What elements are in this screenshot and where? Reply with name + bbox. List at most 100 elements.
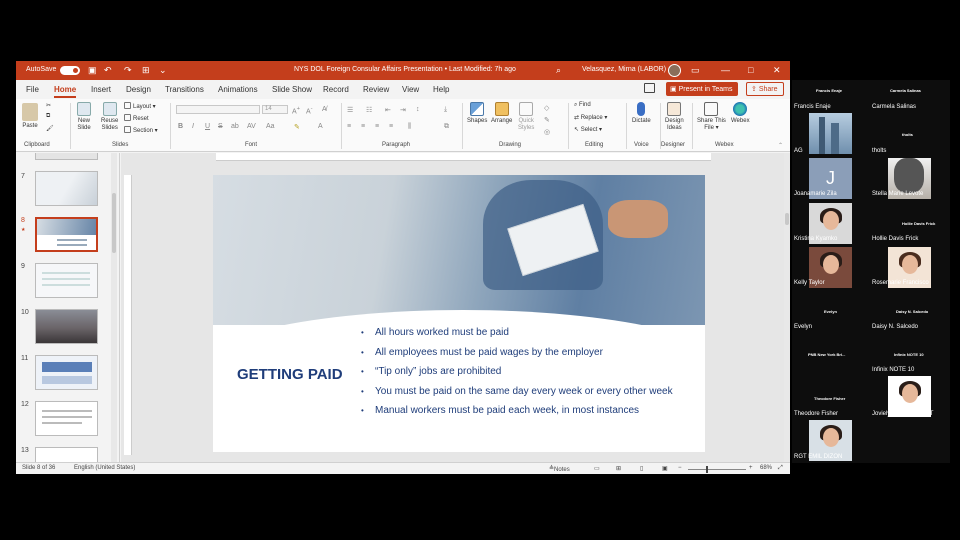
slide[interactable]: GETTING PAID • All hours worked must be p…: [213, 175, 705, 452]
zoom-out-icon[interactable]: −: [678, 465, 682, 471]
redo-icon[interactable]: ↷: [124, 65, 132, 76]
quick-styles-button[interactable]: Quick Styles: [518, 102, 534, 132]
tab-design[interactable]: Design: [126, 85, 151, 94]
present-icon[interactable]: ⊞: [142, 65, 150, 76]
search-icon[interactable]: ⌕: [556, 65, 561, 76]
decrease-font-icon[interactable]: A-: [306, 106, 313, 115]
cut-icon[interactable]: ✂: [46, 102, 51, 109]
increase-font-icon[interactable]: A+: [292, 106, 300, 115]
slide-thumbnail-selected[interactable]: [35, 217, 98, 252]
underline-button[interactable]: U: [205, 123, 210, 130]
tab-animations[interactable]: Animations: [218, 85, 258, 94]
slide-thumbnail[interactable]: [35, 263, 98, 298]
increase-indent-icon[interactable]: ⇥: [400, 106, 406, 114]
participant-video[interactable]: [809, 113, 852, 154]
scrollbar-thumb[interactable]: [785, 213, 789, 225]
bullets-icon[interactable]: ☰: [347, 106, 353, 114]
slide-thumbnail[interactable]: [35, 171, 98, 206]
new-slide-button[interactable]: New Slide: [77, 102, 91, 132]
notes-button[interactable]: ≜ Notes: [549, 465, 570, 473]
reset-button[interactable]: Reset: [124, 114, 149, 122]
bold-button[interactable]: B: [178, 123, 183, 130]
font-color-icon[interactable]: A: [318, 123, 323, 130]
arrange-button[interactable]: Arrange: [491, 102, 512, 125]
format-painter-icon[interactable]: 🖌: [46, 125, 54, 132]
share-button[interactable]: ⇪ Share: [746, 82, 784, 96]
slide-thumbnail[interactable]: [35, 401, 98, 436]
font-size-field[interactable]: 14: [262, 105, 288, 114]
undo-icon[interactable]: ↶: [104, 65, 112, 76]
tab-transitions[interactable]: Transitions: [165, 85, 204, 94]
webex-button[interactable]: Webex: [731, 102, 750, 125]
zoom-in-icon[interactable]: +: [749, 465, 753, 471]
normal-view-icon[interactable]: ▭: [594, 465, 600, 472]
decrease-indent-icon[interactable]: ⇤: [385, 106, 391, 114]
layout-button[interactable]: Layout ▾: [124, 102, 156, 110]
thumbnail-scrollbar[interactable]: [111, 153, 117, 462]
shape-outline-icon[interactable]: ✎: [544, 116, 550, 124]
zoom-slider-thumb[interactable]: [706, 466, 708, 473]
shapes-button[interactable]: Shapes: [467, 102, 487, 125]
numbering-icon[interactable]: ☷: [366, 106, 372, 114]
shape-effects-icon[interactable]: ◎: [544, 128, 550, 136]
find-button[interactable]: ⌕ Find: [574, 102, 591, 109]
copy-icon[interactable]: ⧉: [46, 113, 50, 120]
slide-thumbnail[interactable]: [35, 153, 98, 160]
share-this-file-button[interactable]: Share This File ▾: [697, 102, 726, 132]
comments-icon[interactable]: [644, 83, 655, 93]
reading-view-icon[interactable]: ▯: [640, 465, 643, 472]
align-left-icon[interactable]: ≡: [347, 123, 351, 130]
tab-file[interactable]: File: [26, 85, 39, 94]
scrollbar-thumb[interactable]: [112, 193, 116, 253]
tab-home[interactable]: Home: [54, 85, 77, 98]
replace-button[interactable]: ⇄ Replace ▾: [574, 114, 607, 121]
columns-icon[interactable]: ⫼: [408, 123, 411, 131]
justify-icon[interactable]: ≡: [389, 123, 393, 130]
save-icon[interactable]: ▣: [88, 65, 97, 76]
slide-sorter-icon[interactable]: ⊞: [616, 465, 621, 472]
slide-thumbnail[interactable]: [35, 309, 98, 344]
character-spacing-button[interactable]: AV: [247, 123, 256, 130]
fit-slide-icon[interactable]: ⤢: [778, 465, 783, 472]
align-right-icon[interactable]: ≡: [375, 123, 379, 130]
highlight-icon[interactable]: ✎: [294, 123, 300, 131]
paste-button[interactable]: Paste: [22, 103, 38, 130]
user-avatar[interactable]: [668, 64, 681, 77]
text-direction-icon[interactable]: ⤓: [444, 106, 447, 114]
minimize-button[interactable]: —: [721, 65, 730, 75]
tab-slide-show[interactable]: Slide Show: [272, 85, 312, 94]
dictate-button[interactable]: Dictate: [632, 102, 651, 125]
zoom-slider[interactable]: [688, 466, 746, 473]
ribbon-display-icon[interactable]: ▭: [691, 65, 700, 76]
align-center-icon[interactable]: ≡: [361, 123, 365, 130]
section-button[interactable]: Section ▾: [124, 126, 158, 134]
shape-fill-icon[interactable]: ◇: [544, 104, 549, 112]
smartart-icon[interactable]: ⧉: [444, 123, 449, 131]
select-button[interactable]: ↖ Select ▾: [574, 126, 602, 133]
zoom-level[interactable]: 68%: [760, 465, 772, 471]
tab-view[interactable]: View: [402, 85, 419, 94]
reuse-slides-button[interactable]: Reuse Slides: [101, 102, 118, 132]
tab-review[interactable]: Review: [363, 85, 389, 94]
customize-qat-icon[interactable]: ⌄: [159, 65, 167, 76]
design-ideas-button[interactable]: Design Ideas: [665, 102, 684, 132]
change-case-button[interactable]: Aa: [266, 123, 275, 130]
clear-format-icon[interactable]: A̸: [322, 106, 327, 113]
font-family-field[interactable]: [176, 105, 260, 114]
language-status[interactable]: English (United States): [74, 465, 135, 471]
line-spacing-icon[interactable]: ↕: [416, 106, 420, 113]
tab-insert[interactable]: Insert: [91, 85, 111, 94]
collapse-ribbon-icon[interactable]: ⌃: [778, 142, 783, 149]
maximize-button[interactable]: □: [748, 65, 753, 75]
slide-show-icon[interactable]: ▣: [662, 465, 668, 472]
close-button[interactable]: ✕: [773, 65, 781, 76]
present-in-teams-button[interactable]: ▣ Present in Teams: [666, 82, 738, 96]
autosave-toggle[interactable]: [60, 66, 80, 75]
strikethrough-button[interactable]: S: [218, 123, 223, 130]
canvas-scrollbar[interactable]: [784, 153, 790, 462]
shadow-button[interactable]: ab: [231, 123, 239, 130]
slide-thumbnail[interactable]: [35, 447, 98, 462]
tab-help[interactable]: Help: [433, 85, 449, 94]
tab-record[interactable]: Record: [323, 85, 349, 94]
italic-button[interactable]: I: [192, 123, 194, 130]
